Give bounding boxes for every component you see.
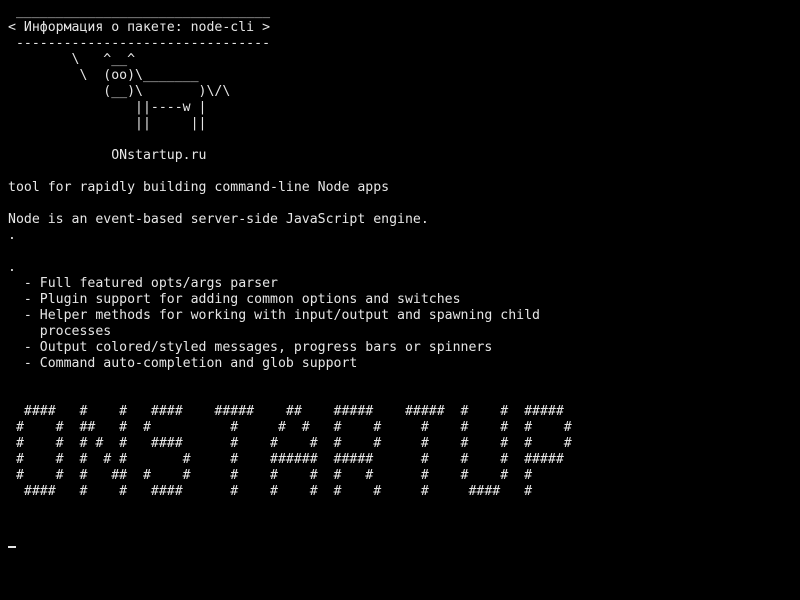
site-name: ONstartup.ru [8, 148, 207, 163]
cow-art-line: ||----w | [8, 100, 207, 115]
package-summary: tool for rapidly building command-line N… [8, 180, 390, 195]
cow-art-line: \ (oo)\_______ [8, 68, 199, 83]
cowsay-top-border: ________________________________ [8, 4, 271, 19]
description-dot: . [8, 228, 16, 243]
cow-art-line: \ ^__^ [8, 52, 136, 67]
feature-list-item: - Plugin support for adding common optio… [8, 292, 461, 307]
feature-list-item: - Helper methods for working with input/… [8, 308, 540, 323]
banner-art-line: # # # # # #### # # # # # # # # # # [8, 436, 572, 451]
banner-art-line: #### # # #### ##### ## ##### ##### # # #… [8, 404, 564, 419]
feature-list-item: - Output colored/styled messages, progre… [8, 340, 493, 355]
banner-art-line: # # ## # # # # # # # # # # # # [8, 420, 572, 435]
terminal-window[interactable]: ________________________________ < Инфор… [0, 0, 800, 600]
banner-art-line: #### # # #### # # # # # # #### # [8, 484, 533, 499]
banner-art-line: # # # ## # # # # # # # # # # # [8, 468, 533, 483]
banner-art-line: # # # # # # # ###### ##### # # # ##### [8, 452, 564, 467]
feature-list-item: - Command auto-completion and glob suppo… [8, 356, 358, 371]
description-dot: . [8, 260, 16, 275]
feature-list-item: - Full featured opts/args parser [8, 276, 278, 291]
feature-list-item-continuation: processes [8, 324, 112, 339]
cow-art-line: (__)\ )\/\ [8, 84, 231, 99]
package-description: Node is an event-based server-side JavaS… [8, 212, 429, 227]
cowsay-speech-text: < Информация о пакете: node-cli > [8, 20, 271, 35]
prompt-line[interactable] [8, 532, 800, 548]
cow-art-line: || || [8, 116, 207, 131]
text-cursor[interactable] [8, 546, 16, 548]
cowsay-bottom-border: -------------------------------- [8, 36, 271, 51]
